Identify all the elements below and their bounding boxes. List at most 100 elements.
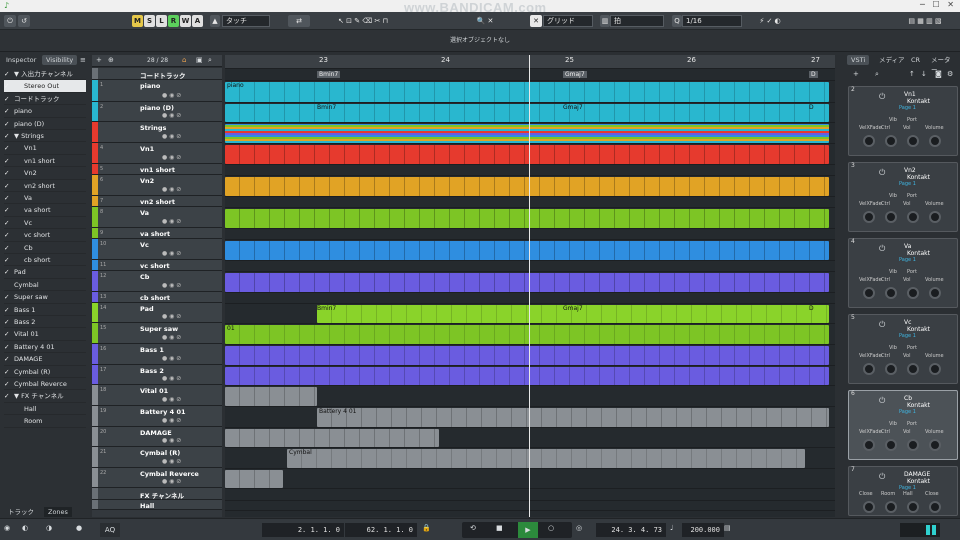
project-window[interactable]: Bmin7 Gmaj7 Dpiano Bmin7 Gmaj7 D Bmin7 Gmaj7 D 01… — [225, 69, 835, 517]
arrow-up-icon[interactable]: ↑ — [909, 70, 915, 78]
midi-part[interactable] — [225, 346, 829, 365]
track-header[interactable]: 20 DAMAGE ● ◉ ⊘ — [92, 427, 222, 447]
home-icon[interactable]: ⌂ — [182, 56, 186, 64]
visibility-row[interactable]: ✓ piano — [4, 105, 86, 118]
track-header[interactable]: 22 Cymbal Reverce ● ◉ ⊘ — [92, 468, 222, 488]
visibility-row[interactable]: ✓ Stereo Out — [4, 80, 86, 93]
visibility-row[interactable]: ✓ ▼ Strings — [4, 130, 86, 143]
track-controls[interactable]: ● ◉ ⊘ — [162, 186, 181, 193]
param-knob[interactable] — [929, 501, 941, 513]
param-knob[interactable] — [885, 211, 897, 223]
snap-toggle[interactable]: ✕ — [530, 15, 542, 27]
track-header[interactable]: 19 Battery 4 01 ● ◉ ⊘ — [92, 406, 222, 427]
track-header[interactable]: FX チャンネル — [92, 488, 222, 500]
track-name[interactable]: Cymbal Reverce — [140, 470, 199, 478]
track-header[interactable]: Strings ● ◉ ⊘ — [92, 122, 222, 143]
mode-button-r[interactable]: R — [168, 15, 179, 27]
check-icon[interactable]: ✓ — [4, 229, 14, 241]
check-icon[interactable]: ✓ — [4, 316, 14, 328]
midi-part[interactable] — [225, 209, 829, 228]
search-icon[interactable]: ⌕ — [208, 56, 212, 65]
mode-button-a[interactable]: A — [192, 15, 203, 27]
track-lane[interactable] — [225, 501, 835, 511]
range-tool-icon[interactable]: ⊡ — [346, 17, 352, 25]
tempo-icon[interactable]: ♩ — [670, 524, 673, 532]
track-header[interactable]: 5 vn1 short — [92, 164, 222, 175]
aq-button[interactable]: AQ — [100, 523, 120, 537]
plugin-name[interactable]: Kontakt — [907, 478, 930, 485]
track-name[interactable]: Hall — [140, 502, 154, 510]
track-header[interactable]: 17 Bass 2 ● ◉ ⊘ — [92, 365, 222, 385]
search-icon[interactable]: ⌕ — [875, 70, 879, 79]
check-icon[interactable]: ✓ — [4, 192, 14, 204]
param-knob[interactable] — [929, 287, 941, 299]
window-controls[interactable]: ─ ☐ ✕ — [920, 0, 954, 9]
track-controls[interactable]: ● ◉ ⊘ — [162, 334, 181, 341]
tab-tracks[interactable]: トラック — [4, 507, 38, 517]
visibility-row[interactable]: ✓ va short — [4, 204, 86, 217]
track-header[interactable]: 16 Bass 1 ● ◉ ⊘ — [92, 344, 222, 365]
page-label[interactable]: Page 1 — [899, 333, 916, 339]
midi-part[interactable]: Cymbal — [287, 449, 805, 468]
check-icon[interactable]: ✓ — [4, 80, 14, 92]
position-display[interactable]: 24. 3. 4. 73 — [596, 523, 666, 537]
param-knob[interactable] — [929, 363, 941, 375]
midi-part[interactable] — [225, 387, 317, 406]
check-icon[interactable]: ✓ — [4, 242, 14, 254]
midi-part[interactable] — [225, 429, 439, 447]
visibility-row[interactable]: ✓ コードトラック — [4, 93, 86, 106]
menu-icon[interactable]: ≡ — [80, 56, 86, 64]
history-icon[interactable]: ↺ — [18, 15, 30, 27]
track-name[interactable]: Bass 1 — [140, 346, 164, 354]
track-controls[interactable]: ● ◉ ⊘ — [162, 458, 181, 465]
param-knob[interactable] — [885, 287, 897, 299]
power-icon[interactable]: ⏻ — [879, 92, 885, 102]
plugin-name[interactable]: Kontakt — [907, 98, 930, 105]
param-knob[interactable] — [907, 211, 919, 223]
track-header[interactable]: 10 Vc ● ◉ ⊘ — [92, 239, 222, 260]
ruler[interactable]: 23 24 25 26 27 — [225, 55, 835, 69]
track-name[interactable]: Vn2 — [140, 177, 154, 185]
tab-cr[interactable]: CR — [907, 55, 924, 65]
check-icon[interactable]: ✓ — [4, 266, 14, 278]
mode-button-l[interactable]: L — [156, 15, 167, 27]
play-tools[interactable]: 🔍 ✕ — [468, 15, 502, 27]
check-icon[interactable]: ✓ — [4, 353, 14, 365]
page-label[interactable]: Page 1 — [899, 181, 916, 187]
tempo-track-icon[interactable]: ▤ — [724, 524, 731, 532]
page-label[interactable]: Page 1 — [899, 105, 916, 111]
draw-tool-icon[interactable]: ✎ — [354, 17, 360, 25]
check-icon[interactable]: ✓ — [4, 118, 14, 130]
tab-zones[interactable]: Zones — [44, 507, 72, 517]
instrument-slot[interactable]: 5 ⏻ Vc Kontakt Page 1 Vib Port VelXFade Ctrl Vol V… — [848, 314, 958, 384]
midi-part[interactable] — [225, 145, 829, 164]
power-icon[interactable]: ⏻ — [879, 472, 885, 482]
add-track-folder-icon[interactable]: ⊕ — [108, 56, 114, 64]
track-name[interactable]: vc short — [140, 262, 170, 270]
track-name[interactable]: コードトラック — [140, 70, 186, 80]
plugin-name[interactable]: Kontakt — [907, 250, 930, 257]
param-knob[interactable] — [863, 287, 875, 299]
track-name[interactable]: DAMAGE — [140, 429, 172, 437]
track-name[interactable]: Va — [140, 209, 149, 217]
track-header[interactable]: 6 Vn2 ● ◉ ⊘ — [92, 175, 222, 196]
check-icon[interactable]: ✓ — [4, 378, 14, 390]
instrument-slot[interactable]: 6 ⏻ Cb Kontakt Page 1 Vib Port VelXFade Ctrl Vol V… — [848, 390, 958, 460]
tab-inspector[interactable]: Inspector — [2, 55, 40, 65]
visibility-row[interactable]: ✓ Vc — [4, 217, 86, 230]
tab-vsti[interactable]: VSTi — [847, 55, 870, 65]
track-controls[interactable]: ● ◉ ⊘ — [162, 375, 181, 382]
check-icon[interactable]: ✓ — [4, 304, 14, 316]
track-name[interactable]: Pad — [140, 305, 154, 313]
visibility-row[interactable]: Room — [4, 415, 86, 428]
track-controls[interactable]: ● ◉ ⊘ — [162, 112, 181, 119]
track-lane[interactable] — [225, 165, 835, 176]
check-icon[interactable]: ✓ — [4, 328, 14, 340]
param-knob[interactable] — [907, 439, 919, 451]
track-header[interactable]: 14 Pad ● ◉ ⊘ — [92, 303, 222, 323]
track-header[interactable]: 1 piano ● ◉ ⊘ — [92, 80, 222, 102]
left-locator[interactable]: 2. 1. 1. 0 — [262, 523, 344, 537]
visibility-row[interactable]: ✓ vn1 short — [4, 155, 86, 168]
track-header[interactable]: 21 Cymbal (R) ● ◉ ⊘ — [92, 447, 222, 468]
track-name[interactable]: piano (D) — [140, 104, 174, 112]
